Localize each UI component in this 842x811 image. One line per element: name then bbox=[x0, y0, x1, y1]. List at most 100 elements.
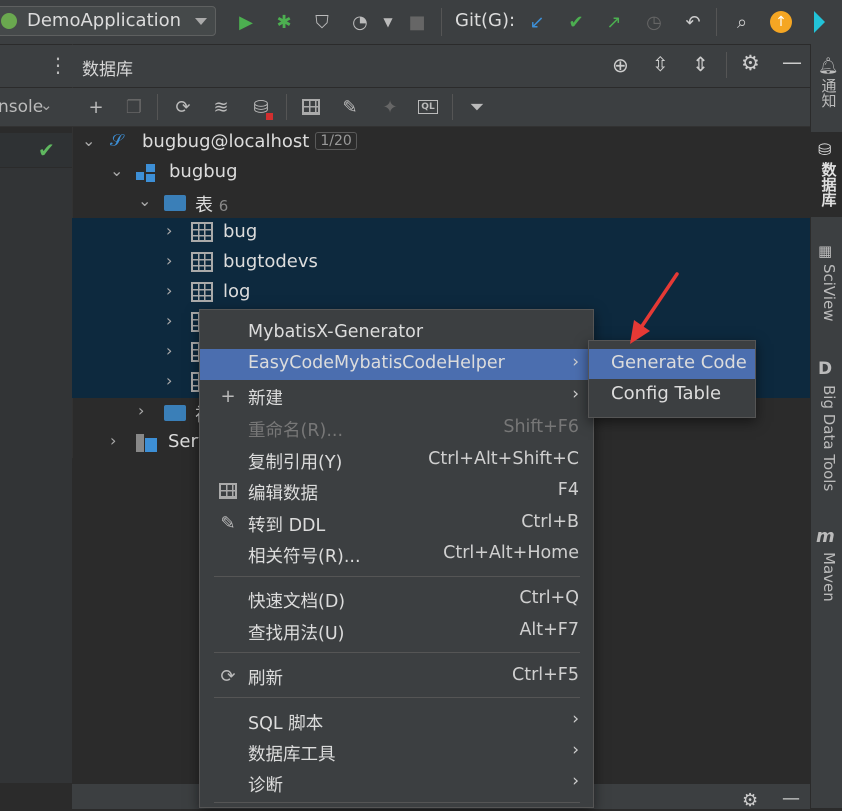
tab-database[interactable]: ⛁ 数据库 bbox=[810, 132, 842, 217]
spring-boot-icon bbox=[1, 13, 17, 29]
profile-icon[interactable]: ◔ bbox=[347, 9, 373, 35]
chevron-down-icon[interactable]: ⌄ bbox=[110, 161, 123, 180]
table-editor-icon[interactable] bbox=[298, 94, 324, 120]
minimize-icon[interactable]: — bbox=[782, 50, 802, 74]
jump-icon[interactable]: ✦ bbox=[377, 94, 403, 120]
tables-folder-label: 表 bbox=[195, 195, 213, 216]
stop-icon[interactable]: ■ bbox=[404, 9, 430, 35]
chevron-right-icon[interactable]: › bbox=[110, 431, 116, 450]
tree-row-table[interactable]: › bugtodevs bbox=[72, 248, 810, 278]
git-label: Git(G): bbox=[455, 10, 516, 31]
menu-item-easycode-helper[interactable]: EasyCodeMybatisCodeHelper › bbox=[200, 349, 593, 380]
git-update-icon[interactable]: ↙ bbox=[524, 9, 550, 35]
menu-item-copy-reference[interactable]: 复制引用(Y) Ctrl+Alt+Shift+C bbox=[200, 445, 593, 476]
add-icon[interactable]: + bbox=[83, 94, 109, 120]
table-label: bugtodevs bbox=[223, 251, 318, 272]
submenu-item-generate-code[interactable]: Generate Code bbox=[589, 349, 755, 379]
menu-item-refresh[interactable]: ⟳ 刷新 Ctrl+F5 bbox=[200, 661, 593, 692]
rollback-icon[interactable]: ↶ bbox=[680, 9, 706, 35]
chevron-right-icon[interactable]: › bbox=[166, 311, 172, 330]
folder-icon bbox=[164, 405, 186, 421]
chevron-down-icon[interactable]: ⌄ bbox=[138, 191, 151, 210]
grid-icon: ▦ bbox=[818, 242, 833, 260]
filter-icon[interactable]: ⏷ bbox=[464, 94, 490, 120]
chevron-right-icon: › bbox=[572, 384, 579, 404]
menu-item-goto-ddl[interactable]: ✎ 转到 DDL Ctrl+B bbox=[200, 508, 593, 539]
annotation-arrow-icon bbox=[630, 272, 679, 344]
tab-sciview[interactable]: ▦ SciView bbox=[810, 238, 842, 333]
table-label: bug bbox=[223, 221, 258, 242]
schema-label: bugbug bbox=[169, 161, 238, 182]
menu-item-label: 转到 DDL bbox=[248, 516, 326, 536]
console-selector[interactable]: nsole ⌄ bbox=[0, 88, 72, 127]
menu-item-label: 诊断 bbox=[248, 776, 283, 796]
chevron-right-icon[interactable]: › bbox=[166, 371, 172, 390]
menu-item-rename[interactable]: 重命名(R)... Shift+F6 bbox=[200, 413, 593, 444]
tree-row-table[interactable]: › bug bbox=[72, 218, 810, 248]
disconnect-icon[interactable]: ⛁ bbox=[248, 94, 274, 120]
menu-separator bbox=[214, 576, 580, 577]
chevron-down-icon[interactable]: ⌄ bbox=[82, 131, 95, 150]
table-icon bbox=[191, 282, 213, 302]
collapse-all-icon[interactable]: ⇕ bbox=[692, 52, 709, 76]
update-icon[interactable]: ↑ bbox=[768, 9, 794, 35]
tab-label: 通知 bbox=[819, 78, 838, 108]
tab-notifications[interactable]: 🔔︎ 通知 bbox=[810, 50, 842, 120]
duplicate-icon[interactable]: ❐ bbox=[121, 94, 147, 120]
menu-item-shortcut: Ctrl+Alt+Home bbox=[443, 543, 579, 563]
refresh-icon[interactable]: ⟳ bbox=[170, 94, 196, 120]
chevron-right-icon[interactable]: › bbox=[166, 221, 172, 240]
menu-item-find-usages[interactable]: 查找用法(U) Alt+F7 bbox=[200, 616, 593, 647]
chevron-right-icon[interactable]: › bbox=[166, 341, 172, 360]
menu-item-new[interactable]: + 新建 › bbox=[200, 381, 593, 412]
menu-item-shortcut: Ctrl+B bbox=[521, 512, 579, 532]
menu-item-label: 编辑数据 bbox=[248, 484, 318, 504]
debug-icon[interactable]: ✱ bbox=[271, 9, 297, 35]
jetbrains-toolbox-icon[interactable] bbox=[806, 9, 832, 35]
maven-icon: m bbox=[816, 526, 835, 547]
chevron-right-icon[interactable]: › bbox=[138, 401, 144, 420]
minimize-icon[interactable]: — bbox=[782, 788, 800, 809]
chevron-right-icon[interactable]: › bbox=[166, 281, 172, 300]
tab-big-data-tools[interactable]: D Big Data Tools bbox=[810, 355, 842, 505]
folder-icon bbox=[164, 195, 186, 211]
menu-separator bbox=[214, 697, 580, 698]
history-icon[interactable]: ◷ bbox=[641, 9, 667, 35]
menu-item-sql-scripts[interactable]: SQL 脚本 › bbox=[200, 706, 593, 737]
menu-item-database-tools[interactable]: 数据库工具 › bbox=[200, 737, 593, 768]
check-icon: ✔ bbox=[38, 138, 55, 162]
expand-all-icon[interactable]: ⇳ bbox=[652, 52, 669, 76]
data-source-properties-icon[interactable]: ≋ bbox=[208, 94, 234, 120]
tree-row-tables-folder[interactable]: ⌄ 表 6 bbox=[72, 188, 810, 218]
tree-row-table[interactable]: › log bbox=[72, 278, 810, 308]
chevron-down-icon[interactable]: ▼ bbox=[375, 9, 401, 35]
tree-row-schema[interactable]: ⌄ bugbug bbox=[72, 158, 810, 188]
coverage-icon[interactable]: ⛉ bbox=[309, 9, 335, 35]
menu-item-label: 相关符号(R)... bbox=[248, 547, 361, 567]
tab-maven[interactable]: m Maven bbox=[810, 522, 842, 612]
menu-item-mybatisx-generator[interactable]: MybatisX-Generator bbox=[200, 318, 593, 349]
git-commit-icon[interactable]: ✔ bbox=[563, 9, 589, 35]
search-icon[interactable]: ⌕ bbox=[729, 9, 755, 35]
chevron-right-icon[interactable]: › bbox=[166, 251, 172, 270]
crosshair-icon[interactable]: ⊕ bbox=[612, 53, 629, 77]
gear-icon[interactable]: ⚙ bbox=[741, 51, 760, 75]
menu-item-quick-doc[interactable]: 快速文档(D) Ctrl+Q bbox=[200, 584, 593, 615]
menu-item-label: 查找用法(U) bbox=[248, 624, 345, 644]
run-config-selector[interactable]: DemoApplication bbox=[0, 6, 216, 36]
console-row bbox=[0, 133, 72, 167]
menu-item-edit-data[interactable]: 编辑数据 F4 bbox=[200, 476, 593, 507]
git-push-icon[interactable]: ↗ bbox=[601, 9, 627, 35]
submenu-item-config-table[interactable]: Config Table bbox=[589, 380, 755, 410]
menu-item-diagnostics[interactable]: 诊断 › bbox=[200, 768, 593, 799]
menu-item-related-symbol[interactable]: 相关符号(R)... Ctrl+Alt+Home bbox=[200, 539, 593, 570]
chevron-right-icon: › bbox=[572, 771, 579, 791]
query-console-icon[interactable]: QL bbox=[415, 94, 441, 120]
submenu: Generate Code Config Table bbox=[588, 340, 756, 418]
menu-item-label: 数据库工具 bbox=[248, 745, 336, 765]
edit-icon: ✎ bbox=[220, 512, 236, 534]
tree-row-connection[interactable]: ⌄ 𝒮 bugbug@localhost 1/20 bbox=[72, 128, 810, 158]
run-icon[interactable]: ▶ bbox=[233, 9, 259, 35]
more-options-icon[interactable]: ⋮ bbox=[48, 53, 68, 77]
edit-icon[interactable]: ✎ bbox=[337, 94, 363, 120]
